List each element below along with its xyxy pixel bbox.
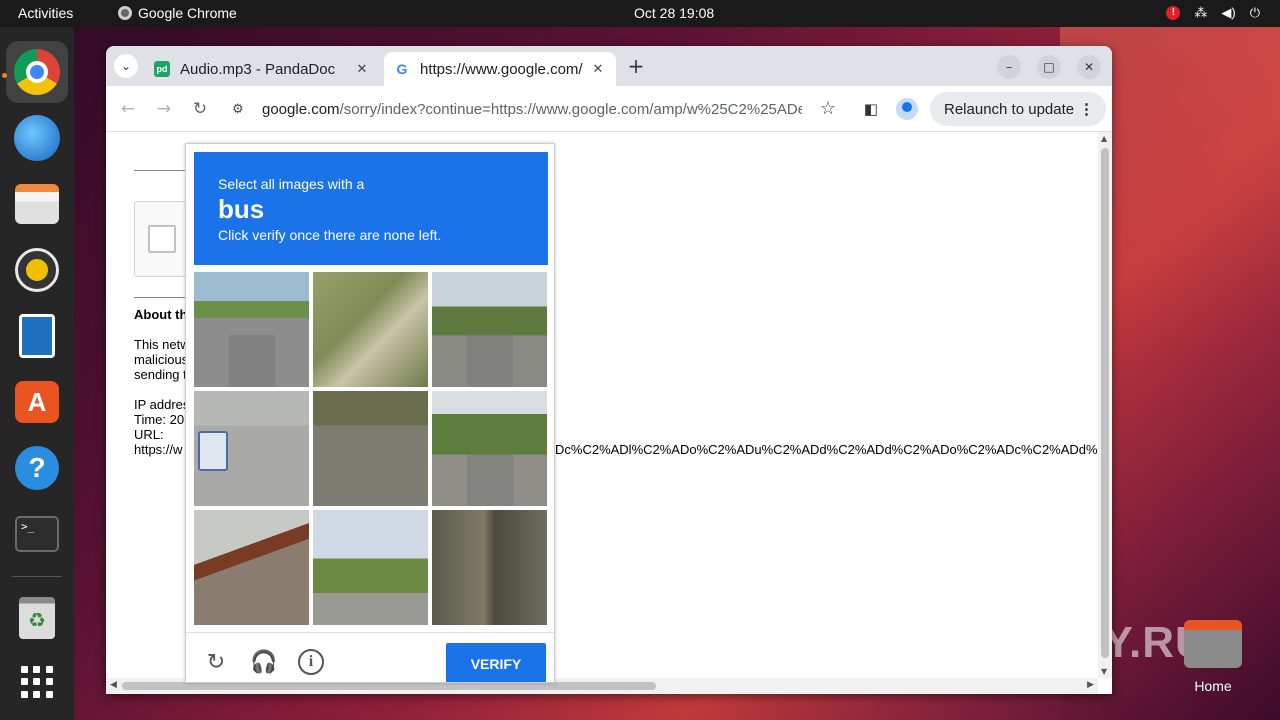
dock: A ? >_ ♻ xyxy=(0,27,74,720)
target-word: bus xyxy=(218,194,265,224)
image-tile[interactable] xyxy=(194,272,309,387)
files-icon xyxy=(15,184,59,224)
help-icon: ? xyxy=(15,446,59,490)
relaunch-to-update-button[interactable]: Relaunch to update ⋮ xyxy=(930,92,1106,126)
terminal-icon: >_ xyxy=(15,516,59,552)
image-tile[interactable] xyxy=(313,391,428,506)
tab-pandadoc[interactable]: pd Audio.mp3 - PandaDoc ✕ xyxy=(144,52,380,86)
rhythmbox-icon xyxy=(15,248,59,292)
vertical-scrollbar[interactable]: ▲ ▼ xyxy=(1098,132,1112,678)
image-tile[interactable] xyxy=(313,510,428,625)
dock-app-center[interactable]: A xyxy=(6,371,68,433)
browser-toolbar: ← → ↻ ⚙ google.com/sorry/index?continue=… xyxy=(106,86,1112,132)
close-tab-icon[interactable]: ✕ xyxy=(590,61,606,77)
google-favicon-icon: G xyxy=(396,61,408,77)
image-grid xyxy=(194,272,548,626)
vertical-scroll-thumb[interactable] xyxy=(1101,148,1109,658)
power-icon: ⏻ xyxy=(1249,5,1260,20)
address-bar[interactable]: ⚙ google.com/sorry/index?continue=https:… xyxy=(224,92,842,126)
bookmark-star-icon[interactable]: ☆ xyxy=(820,98,836,119)
url-text[interactable]: google.com/sorry/index?continue=https://… xyxy=(262,101,802,118)
image-tile[interactable] xyxy=(313,272,428,387)
recaptcha-checkbox[interactable] xyxy=(148,225,176,253)
dock-files[interactable] xyxy=(6,173,68,235)
dock-writer[interactable] xyxy=(6,305,68,367)
scroll-down-arrow-icon[interactable]: ▼ xyxy=(1101,667,1107,676)
chevron-down-icon: ⌄ xyxy=(120,59,132,73)
home-folder-label[interactable]: Home xyxy=(1184,678,1242,694)
app-grid-icon xyxy=(21,666,53,698)
about-paragraph: This netw malicious sending t xyxy=(134,337,190,382)
new-tab-button[interactable]: + xyxy=(624,54,648,78)
info-icon[interactable]: i xyxy=(298,649,324,675)
instruction-line: Select all images with a xyxy=(218,176,365,192)
tab-search-button[interactable]: ⌄ xyxy=(114,54,138,78)
clock[interactable]: Oct 28 19:08 xyxy=(634,5,714,21)
trash-icon: ♻ xyxy=(19,597,55,639)
horizontal-scroll-thumb[interactable] xyxy=(122,682,656,690)
instruction-line: Click verify once there are none left. xyxy=(218,227,442,243)
alert-icon[interactable]: ! xyxy=(1166,6,1181,20)
dock-terminal[interactable]: >_ xyxy=(6,503,68,565)
tab-strip: ⌄ pd Audio.mp3 - PandaDoc ✕ G https://ww… xyxy=(106,46,1112,86)
challenge-footer: ↻ 🎧 i VERIFY xyxy=(186,632,554,682)
chrome-icon xyxy=(14,49,60,95)
chrome-mini-icon xyxy=(118,6,132,20)
scroll-left-arrow-icon[interactable]: ◀ xyxy=(110,680,117,690)
scroll-right-arrow-icon[interactable]: ▶ xyxy=(1087,680,1094,690)
dock-chrome[interactable] xyxy=(6,41,68,103)
writer-icon xyxy=(19,314,55,358)
close-window-button[interactable]: ✕ xyxy=(1077,55,1101,79)
kebab-menu-icon: ⋮ xyxy=(1079,101,1094,118)
image-tile[interactable] xyxy=(432,510,547,625)
scroll-up-arrow-icon[interactable]: ▲ xyxy=(1101,134,1107,143)
maximize-button[interactable]: □ xyxy=(1037,55,1061,79)
dock-thunderbird[interactable] xyxy=(6,107,68,169)
home-folder-icon[interactable] xyxy=(1184,620,1242,668)
app-menu-label: Google Chrome xyxy=(138,5,237,21)
reload-button[interactable]: ↻ xyxy=(188,97,212,121)
forward-button[interactable]: → xyxy=(152,97,176,121)
side-panel-icon[interactable]: ◧ xyxy=(860,98,882,120)
activities-button[interactable]: Activities xyxy=(18,5,73,21)
top-bar: Activities Google Chrome Oct 28 19:08 ! … xyxy=(0,0,1280,27)
image-tile[interactable] xyxy=(432,391,547,506)
dock-rhythmbox[interactable] xyxy=(6,239,68,301)
relaunch-label: Relaunch to update xyxy=(944,100,1075,118)
system-tray[interactable]: ! ⁂ ◀) ⏻ xyxy=(1166,5,1260,21)
verify-button[interactable]: VERIFY xyxy=(446,643,546,682)
request-url-text: Dc%C2%ADl%C2%ADo%C2%ADu%C2%ADd%C2%ADd%C2… xyxy=(555,442,1098,457)
minimize-button[interactable]: – xyxy=(997,55,1021,79)
tab-google[interactable]: G https://www.google.com/ ✕ xyxy=(384,52,616,86)
tab-title: Audio.mp3 - PandaDoc xyxy=(180,60,336,78)
image-tile[interactable] xyxy=(194,391,309,506)
request-info: IP addres Time: 20 URL: https://w xyxy=(134,397,190,457)
recaptcha-challenge-popup: Select all images with a bus Click verif… xyxy=(185,143,555,683)
app-menu[interactable]: Google Chrome xyxy=(118,5,237,21)
about-heading: About th xyxy=(134,307,188,322)
dock-separator xyxy=(12,576,62,577)
network-icon: ⁂ xyxy=(1194,5,1208,20)
bus-image xyxy=(198,431,228,471)
app-center-icon: A xyxy=(15,381,59,423)
image-tile[interactable] xyxy=(432,272,547,387)
dock-help[interactable]: ? xyxy=(6,437,68,499)
reload-challenge-icon[interactable]: ↻ xyxy=(202,649,230,677)
dock-trash[interactable]: ♻ xyxy=(6,587,68,649)
back-button[interactable]: ← xyxy=(116,97,140,121)
profile-avatar-icon[interactable] xyxy=(896,98,918,120)
dock-show-apps[interactable] xyxy=(6,651,68,713)
tab-title: https://www.google.com/ xyxy=(420,60,583,78)
image-tile[interactable] xyxy=(194,510,309,625)
site-info-icon[interactable]: ⚙ xyxy=(232,101,254,117)
challenge-instructions: Select all images with a bus Click verif… xyxy=(194,152,548,265)
headphones-icon[interactable]: 🎧 xyxy=(250,649,278,677)
pandadoc-favicon-icon: pd xyxy=(154,61,170,77)
volume-icon: ◀) xyxy=(1221,5,1236,20)
thunderbird-icon xyxy=(14,115,60,161)
close-tab-icon[interactable]: ✕ xyxy=(354,61,370,77)
